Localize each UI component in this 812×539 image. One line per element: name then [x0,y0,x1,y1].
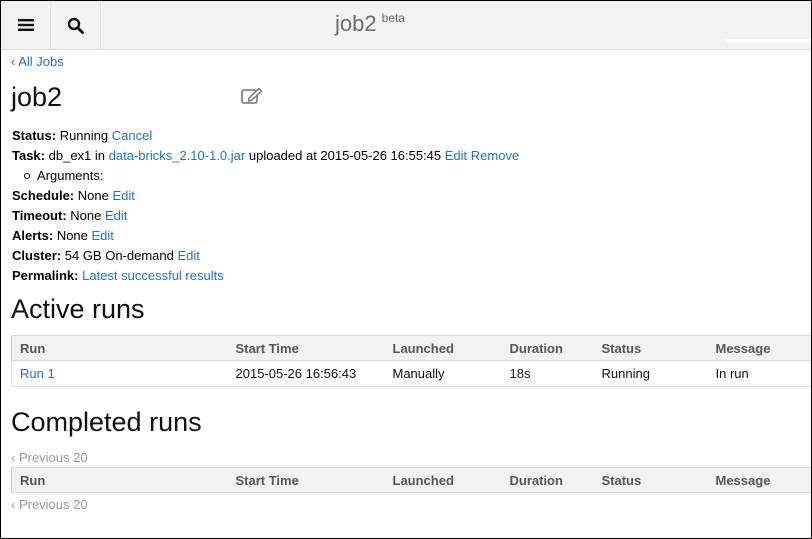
column-header-start-time: Start Time [227,335,385,361]
column-header-run: Run [11,467,228,493]
cancel-link[interactable]: Cancel [112,128,152,143]
task-edit-link[interactable]: Edit [445,148,467,163]
arguments-row: Arguments: [12,166,519,186]
cluster-label: Cluster: [12,248,62,263]
column-header-duration: Duration [501,335,594,361]
edit-job-name-icon[interactable] [241,87,263,110]
app-title-text: job2 [335,11,377,36]
task-jar-link[interactable]: data-bricks_2.10-1.0.jar [109,148,246,163]
status-row: Status: Running Cancel [12,126,519,146]
completed-runs-heading: Completed runs [11,407,202,437]
all-jobs-link[interactable]: ‹ All Jobs [11,54,64,69]
previous-page-link-bottom[interactable]: ‹ Previous 20 [11,497,88,512]
run-duration: 18s [501,360,594,387]
cluster-edit-link[interactable]: Edit [178,248,200,263]
column-header-message: Message [707,335,811,361]
permalink-label: Permalink: [12,268,79,283]
timeout-row: Timeout: None Edit [12,206,519,226]
timeout-label: Timeout: [12,208,67,223]
schedule-value: None [77,188,109,203]
alerts-edit-link[interactable]: Edit [92,228,114,243]
task-in-text: in [94,148,106,163]
schedule-label: Schedule: [12,188,75,203]
hamburger-menu-icon [17,19,34,31]
table-header-row: Run Start Time Launched Duration Status … [11,467,811,493]
status-value: Running [59,128,109,143]
alerts-label: Alerts: [12,228,54,243]
job-title: job2 [11,82,63,112]
column-header-launched: Launched [384,335,502,361]
search-button[interactable] [51,1,101,49]
timeout-edit-link[interactable]: Edit [105,208,127,223]
column-header-status: Status [593,467,708,493]
run-start-time: 2015-05-26 16:56:43 [227,360,385,387]
beta-badge: beta [381,11,405,25]
cluster-row: Cluster: 54 GB On-demand Edit [12,246,519,266]
run-status: Running [593,360,708,387]
latest-results-link[interactable]: Latest successful results [82,268,224,283]
cluster-value: 54 GB On-demand [64,248,174,263]
search-icon [67,17,84,34]
alerts-value: None [56,228,88,243]
task-label: Task: [12,148,45,163]
column-header-status: Status [593,335,708,361]
active-runs-table: Run Start Time Launched Duration Status … [11,335,811,387]
active-runs-heading: Active runs [11,294,145,324]
task-row: Task: db_ex1 in data-bricks_2.10-1.0.jar… [12,146,519,166]
task-uploaded-text: uploaded at 2015-05-26 16:55:45 [248,148,442,163]
job-details: Status: Running Cancel Task: db_ex1 in d… [12,126,519,286]
bullet-icon [24,173,30,179]
top-bar: job2 beta [1,1,811,50]
menu-button[interactable] [1,1,51,49]
status-label: Status: [12,128,57,143]
alerts-row: Alerts: None Edit [12,226,519,246]
topbar-divider [725,39,811,42]
schedule-edit-link[interactable]: Edit [112,188,134,203]
run-link[interactable]: Run 1 [20,366,55,381]
timeout-value: None [70,208,102,223]
previous-page-link-top[interactable]: ‹ Previous 20 [11,450,88,465]
schedule-row: Schedule: None Edit [12,186,519,206]
run-launched: Manually [384,360,502,387]
arguments-label: Arguments: [37,168,104,183]
column-header-message: Message [707,467,811,493]
permalink-row: Permalink: Latest successful results [12,266,519,286]
task-main-class: db_ex1 [48,148,92,163]
run-message: In run [707,360,811,387]
column-header-start-time: Start Time [227,467,385,493]
completed-runs-table: Run Start Time Launched Duration Status … [11,467,811,493]
column-header-launched: Launched [384,467,502,493]
app-title: job2 beta [335,11,405,37]
column-header-run: Run [11,335,228,361]
column-header-duration: Duration [501,467,594,493]
task-remove-link[interactable]: Remove [471,148,519,163]
table-row: Run 1 2015-05-26 16:56:43 Manually 18s R… [11,360,811,387]
table-header-row: Run Start Time Launched Duration Status … [11,335,811,361]
app-window: job2 beta ‹ All Jobs job2 Status: Running… [0,0,812,539]
